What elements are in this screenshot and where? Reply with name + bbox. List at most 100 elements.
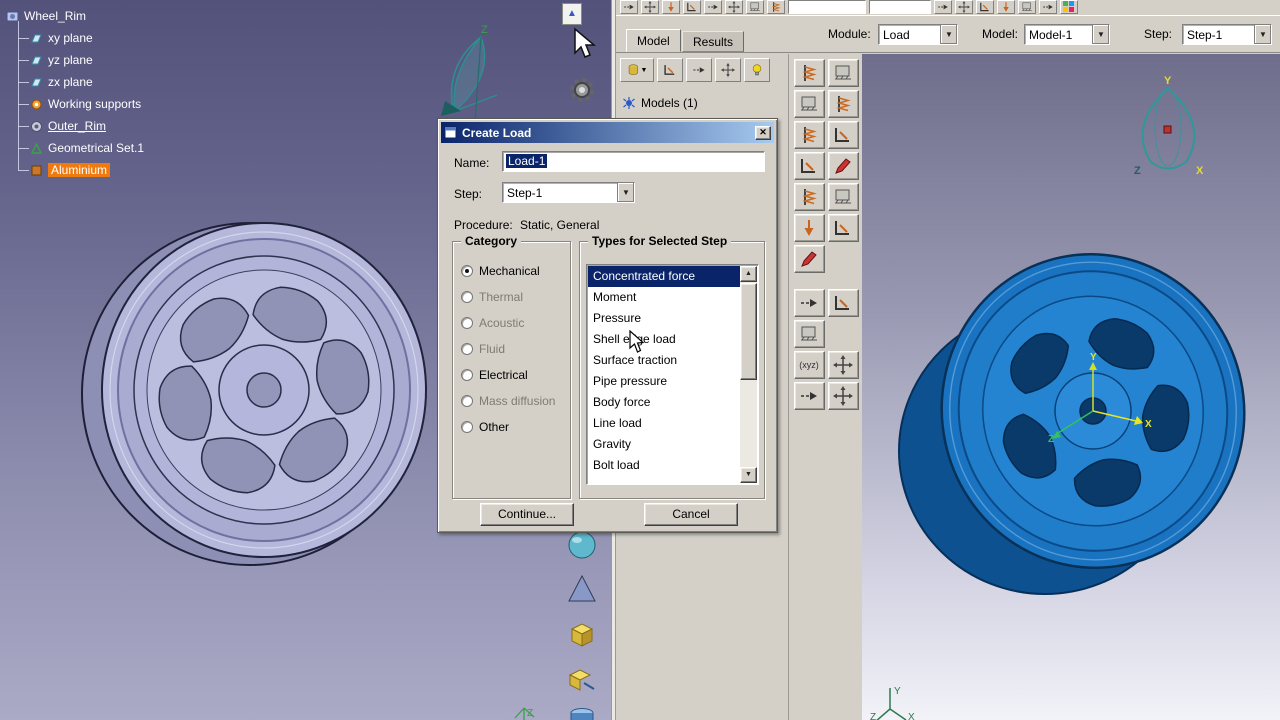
bc-tool-icon[interactable]: [827, 214, 859, 242]
model-combo[interactable]: Model-1 ▼: [1024, 24, 1110, 45]
view-tool-icon[interactable]: [976, 0, 994, 14]
chevron-down-icon[interactable]: ▼: [1092, 25, 1109, 44]
load-tool-icon[interactable]: [793, 183, 825, 211]
tab-results[interactable]: Results: [682, 31, 745, 52]
catia-compass-icon[interactable]: Z: [425, 15, 520, 125]
scroll-down-icon[interactable]: ▼: [740, 467, 757, 483]
category-option-mechanical[interactable]: Mechanical: [461, 258, 555, 284]
datum-axis-tool-icon[interactable]: [827, 351, 859, 379]
load-type-option[interactable]: Gravity: [588, 434, 740, 455]
load-tool-icon[interactable]: [827, 183, 859, 211]
translate-tool-icon[interactable]: [793, 382, 825, 410]
load-type-option[interactable]: Moment: [588, 287, 740, 308]
tree-item-aluminium[interactable]: Aluminium: [17, 159, 144, 181]
abaqus-3d-viewport[interactable]: Y X Z Y Z X Y Z X: [862, 54, 1280, 720]
category-option-fluid: Fluid: [461, 336, 555, 362]
view-tool-icon[interactable]: [725, 0, 743, 14]
pocket-tool-icon[interactable]: [564, 659, 600, 695]
load-tool-icon[interactable]: [827, 90, 859, 118]
step-combo[interactable]: Step-1 ▼: [1182, 24, 1272, 45]
tips-icon[interactable]: [744, 58, 770, 82]
chevron-down-icon[interactable]: ▼: [1254, 25, 1271, 44]
view-tool-icon[interactable]: [1018, 0, 1036, 14]
view-tool-icon[interactable]: [662, 0, 680, 14]
expand-tree-icon[interactable]: [657, 58, 683, 82]
cancel-button[interactable]: Cancel: [644, 503, 738, 526]
catia-axis-icon: Z: [514, 707, 535, 720]
dialog-step-combo[interactable]: Step-1 ▼: [502, 182, 635, 203]
tree-item-wheel-rim[interactable]: Wheel_Rim: [6, 5, 144, 27]
query-icon[interactable]: [715, 58, 741, 82]
load-type-option[interactable]: Bolt load: [588, 455, 740, 476]
load-tool-icon[interactable]: [827, 59, 859, 87]
filter-icon[interactable]: [686, 58, 712, 82]
predefined-field-tool-icon[interactable]: [793, 320, 825, 348]
toolbar-field[interactable]: [869, 0, 931, 14]
category-group: Category Mechanical Thermal Acoustic Flu…: [452, 234, 571, 499]
tree-item-working-supports[interactable]: Working supports: [17, 93, 144, 115]
view-tool-icon[interactable]: [997, 0, 1015, 14]
load-tool-icon[interactable]: [793, 90, 825, 118]
coordinate-system-tool-icon[interactable]: (xyz): [793, 351, 825, 379]
datum-point-tool-icon[interactable]: [827, 382, 859, 410]
scroll-up-icon[interactable]: ▲: [740, 266, 757, 282]
scrollbar-thumb[interactable]: [740, 283, 757, 380]
view-tool-icon[interactable]: [641, 0, 659, 14]
tree-item-xy-plane[interactable]: xy plane: [17, 27, 144, 49]
bc-tool-icon[interactable]: [793, 214, 825, 242]
dialog-titlebar[interactable]: Create Load ✕: [441, 122, 774, 143]
load-tool-icon[interactable]: [793, 152, 825, 180]
tab-model[interactable]: Model: [626, 29, 681, 52]
create-load-tool-icon[interactable]: [793, 59, 825, 87]
load-type-option[interactable]: Body force: [588, 392, 740, 413]
load-type-option[interactable]: Surface traction: [588, 350, 740, 371]
amplitude-tool-icon[interactable]: [793, 289, 825, 317]
select-cursor-icon[interactable]: [572, 27, 598, 59]
svg-text:Z: Z: [870, 712, 876, 720]
name-input[interactable]: Load-1: [502, 151, 765, 172]
tree-item-geometrical-set[interactable]: Geometrical Set.1: [17, 137, 144, 159]
render-style-icon[interactable]: [1060, 0, 1078, 14]
gear-icon[interactable]: [568, 76, 596, 104]
pad-tool-icon[interactable]: [564, 615, 600, 651]
tree-item-yz-plane[interactable]: yz plane: [17, 49, 144, 71]
cone-tool-icon[interactable]: [564, 571, 600, 607]
load-type-option[interactable]: Pipe pressure: [588, 371, 740, 392]
tree-item-outer-rim[interactable]: Outer_Rim: [17, 115, 144, 137]
load-tool-icon[interactable]: [827, 152, 859, 180]
view-tool-icon[interactable]: [955, 0, 973, 14]
toolbar-field[interactable]: [788, 0, 866, 14]
view-tool-icon[interactable]: [704, 0, 722, 14]
shaft-tool-icon[interactable]: [564, 703, 600, 720]
scroll-up-button[interactable]: ▲: [562, 3, 582, 25]
svg-text:X: X: [1145, 419, 1152, 430]
bc-tool-icon[interactable]: [827, 289, 859, 317]
load-type-option[interactable]: Line load: [588, 413, 740, 434]
view-tool-icon[interactable]: [934, 0, 952, 14]
view-tool-icon[interactable]: [746, 0, 764, 14]
list-scrollbar[interactable]: ▲ ▼: [740, 266, 757, 483]
category-option-other[interactable]: Other: [461, 414, 555, 440]
continue-button[interactable]: Continue...: [480, 503, 574, 526]
view-tool-icon[interactable]: [620, 0, 638, 14]
load-type-option[interactable]: Shell edge load: [588, 329, 740, 350]
load-type-option[interactable]: Concentrated force: [588, 266, 740, 287]
category-option-electrical[interactable]: Electrical: [461, 362, 555, 388]
tree-item-models[interactable]: Models (1): [622, 96, 698, 110]
module-label: Module:: [828, 27, 871, 41]
chevron-down-icon[interactable]: ▼: [617, 183, 634, 202]
tree-item-zx-plane[interactable]: zx plane: [17, 71, 144, 93]
load-type-option[interactable]: Pressure: [588, 308, 740, 329]
mouse-cursor: [629, 330, 645, 353]
view-tool-icon[interactable]: [683, 0, 701, 14]
load-tool-icon[interactable]: [793, 121, 825, 149]
module-combo[interactable]: Load ▼: [878, 24, 958, 45]
model-database-combo[interactable]: ▼: [620, 58, 654, 82]
edit-field-tool-icon[interactable]: [793, 245, 825, 273]
load-types-list[interactable]: Concentrated force Moment Pressure Shell…: [586, 264, 759, 485]
load-tool-icon[interactable]: [827, 121, 859, 149]
view-tool-icon[interactable]: [1039, 0, 1057, 14]
close-icon[interactable]: ✕: [755, 125, 771, 140]
chevron-down-icon[interactable]: ▼: [940, 25, 957, 44]
view-tool-icon[interactable]: [767, 0, 785, 14]
